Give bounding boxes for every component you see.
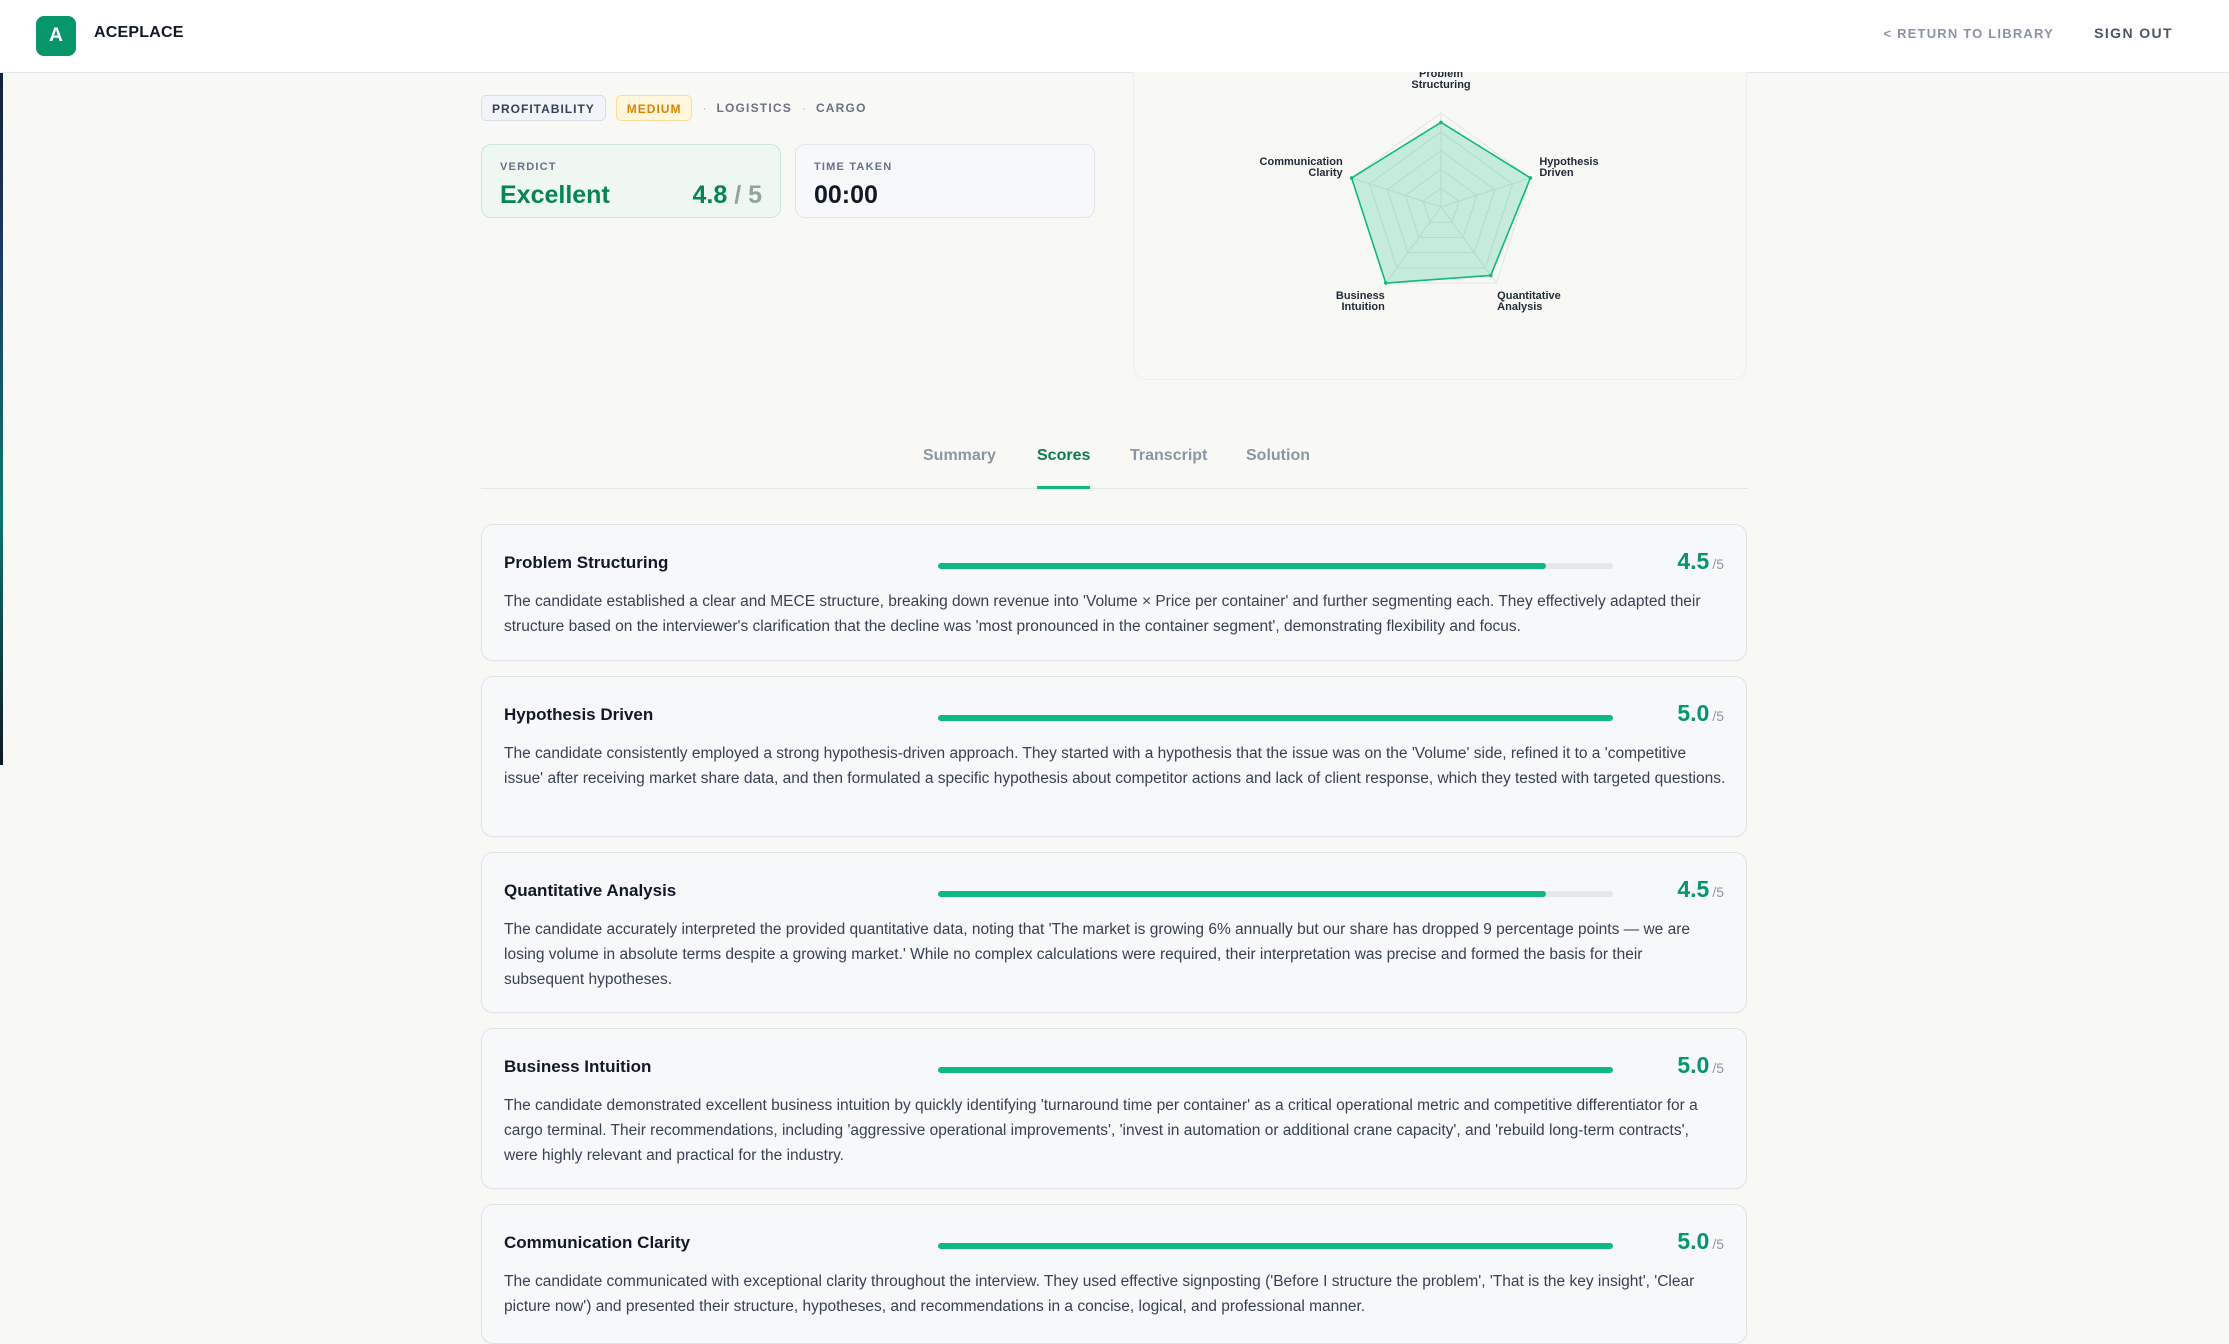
overall-score-max: / 5 xyxy=(734,181,762,209)
score-card-title: Quantitative Analysis xyxy=(504,881,677,900)
score-bar xyxy=(938,1067,1613,1073)
score-bar-fill xyxy=(938,1243,1613,1249)
tab-solution[interactable]: Solution xyxy=(1246,442,1310,486)
score-bar xyxy=(938,715,1613,721)
score-card-title: Business Intuition xyxy=(504,1057,652,1076)
radar-axis-label: Analysis xyxy=(1497,301,1542,313)
case-tags: PROFITABILITY MEDIUM · LOGISTICS · CARGO xyxy=(481,94,867,122)
radar-data-point xyxy=(1383,281,1388,285)
score-card-communication-clarity: Communication Clarity 5.0/5 The candidat… xyxy=(481,1204,1747,1344)
return-to-library-link[interactable]: < RETURN TO LIBRARY xyxy=(1883,26,2054,41)
score-bar xyxy=(938,563,1613,569)
score-value: 4.5/5 xyxy=(1677,876,1724,903)
radar-axis-label: Driven xyxy=(1539,167,1574,179)
score-card-title: Problem Structuring xyxy=(504,553,669,572)
time-taken-value: 00:00 xyxy=(814,181,878,209)
subindustry-tag: CARGO xyxy=(815,101,867,115)
radar-data-point xyxy=(1528,176,1533,180)
tab-summary[interactable]: Summary xyxy=(923,442,996,486)
score-bar xyxy=(938,891,1613,897)
radar-axis-label: Intuition xyxy=(1341,301,1385,313)
tab-transcript[interactable]: Transcript xyxy=(1130,442,1207,486)
tab-scores[interactable]: Scores xyxy=(1037,442,1091,489)
radar-data-point xyxy=(1488,273,1493,278)
score-bar xyxy=(938,1243,1613,1249)
score-value: 5.0/5 xyxy=(1677,1228,1724,1255)
logo-icon[interactable]: A xyxy=(36,16,76,56)
score-max: /5 xyxy=(1712,556,1724,572)
score-number: 4.5 xyxy=(1677,548,1710,574)
score-max: /5 xyxy=(1712,1236,1724,1252)
score-bar-fill xyxy=(938,715,1613,721)
score-value: 5.0/5 xyxy=(1677,1052,1724,1079)
top-navbar: A ACEPLACE < RETURN TO LIBRARY SIGN OUT xyxy=(0,0,2229,73)
score-max: /5 xyxy=(1712,1060,1724,1076)
score-bar-fill xyxy=(938,563,1546,569)
overall-score: 4.8 / 5 xyxy=(692,181,762,210)
radar-data-point xyxy=(1439,120,1443,125)
score-card-problem-structuring: Problem Structuring 4.5/5 The candidate … xyxy=(481,524,1747,661)
window-edge xyxy=(0,0,3,765)
score-card-hypothesis-driven: Hypothesis Driven 5.0/5 The candidate co… xyxy=(481,676,1747,837)
score-bar-fill xyxy=(938,891,1546,897)
score-max: /5 xyxy=(1712,708,1724,724)
score-feedback: The candidate accurately interpreted the… xyxy=(504,921,1690,988)
verdict-label: VERDICT xyxy=(500,161,557,173)
score-number: 4.5 xyxy=(1677,876,1710,902)
radar-axis-label: Clarity xyxy=(1308,167,1343,179)
brand-name[interactable]: ACEPLACE xyxy=(94,24,184,42)
score-card-business-intuition: Business Intuition 5.0/5 The candidate d… xyxy=(481,1028,1747,1189)
score-value: 5.0/5 xyxy=(1677,700,1724,727)
verdict-value: Excellent xyxy=(500,181,610,209)
score-value: 4.5/5 xyxy=(1677,548,1724,575)
difficulty-badge: MEDIUM xyxy=(615,95,693,121)
score-number: 5.0 xyxy=(1677,1052,1710,1078)
time-taken-card: TIME TAKEN 00:00 xyxy=(795,144,1095,218)
score-number: 5.0 xyxy=(1677,700,1710,726)
score-max: /5 xyxy=(1712,884,1724,900)
category-tag: PROFITABILITY xyxy=(481,95,606,121)
industry-tag: LOGISTICS xyxy=(716,101,792,115)
radar-data-point xyxy=(1349,176,1354,180)
sign-out-button[interactable]: SIGN OUT xyxy=(2094,25,2173,41)
radar-axis-label: Structuring xyxy=(1411,79,1470,91)
verdict-card: VERDICT Excellent 4.8 / 5 xyxy=(481,144,781,218)
radar-chart-panel: Problem Structuring Hypothesis Driven Quanti… xyxy=(1133,72,1747,380)
report-tabs: Summary Scores Transcript Solution xyxy=(481,432,1747,489)
tag-separator: · xyxy=(702,101,707,115)
overall-score-value: 4.8 xyxy=(692,181,728,209)
score-card-title: Hypothesis Driven xyxy=(504,705,654,724)
tag-separator: · xyxy=(801,101,806,115)
score-feedback: The candidate established a clear and ME… xyxy=(504,593,1701,635)
score-bar-fill xyxy=(938,1067,1613,1073)
score-feedback: The candidate communicated with exceptio… xyxy=(504,1273,1695,1315)
score-card-quantitative-analysis: Quantitative Analysis 4.5/5 The candidat… xyxy=(481,852,1747,1013)
score-feedback: The candidate consistently employed a st… xyxy=(504,745,1726,787)
score-card-title: Communication Clarity xyxy=(504,1233,691,1252)
score-feedback: The candidate demonstrated excellent bus… xyxy=(504,1097,1698,1164)
time-taken-label: TIME TAKEN xyxy=(814,161,893,173)
score-number: 5.0 xyxy=(1677,1228,1710,1254)
radar-chart: ProblemStructuringHypothesisDrivenQuanti… xyxy=(1260,72,1599,313)
